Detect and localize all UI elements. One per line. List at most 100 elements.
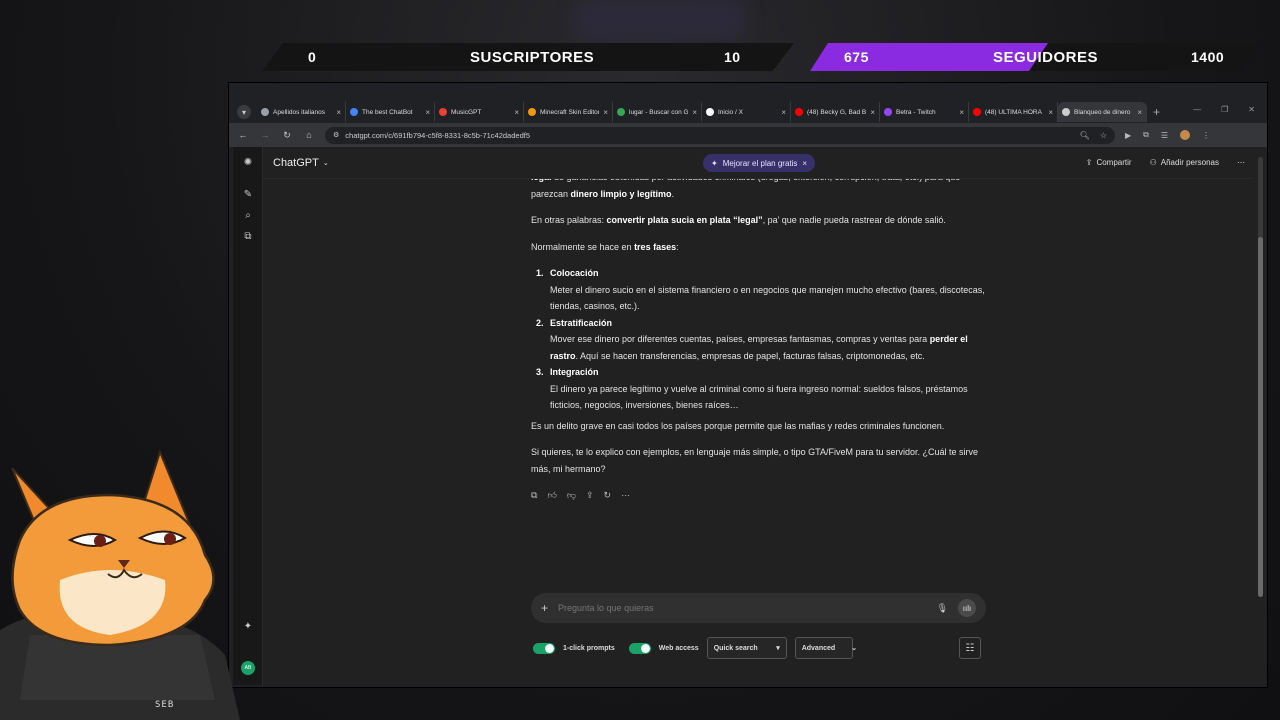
search-chats-icon[interactable]: ⌕ (242, 210, 254, 222)
media-play-icon[interactable]: ▶ (1125, 131, 1131, 140)
browser-tab[interactable]: (48) Becky G, Bad Bunny× (791, 102, 880, 122)
user-avatar[interactable]: AB (241, 661, 255, 675)
thumbs-up-icon[interactable]: 👍︎ (547, 487, 556, 504)
search-mode-select[interactable]: Quick search ▾ (706, 637, 787, 659)
tab-close-icon[interactable]: × (692, 108, 697, 117)
upgrade-plan-pill[interactable]: ✦ Mejorar el plan gratis × (703, 154, 816, 172)
list-number: 2. (536, 317, 544, 328)
tab-close-icon[interactable]: × (603, 108, 608, 117)
tab-label: The best ChatBot (362, 108, 413, 116)
advanced-select[interactable]: Advanced ⌄ (794, 637, 857, 659)
tab-close-icon[interactable]: × (425, 108, 430, 117)
tab-search-chevron-icon[interactable]: ▾ (237, 105, 251, 119)
tab-favicon-icon (261, 108, 269, 116)
extensions-area: ▶ ⧉ ☰ ⋮ (1125, 130, 1210, 140)
extensions-puzzle-icon[interactable]: ⧉ (1143, 130, 1149, 140)
reload-icon[interactable]: ↻ (281, 130, 293, 141)
sliders-settings-button[interactable]: ☷ (959, 637, 981, 659)
site-info-icon[interactable]: ⚙ (333, 131, 339, 139)
tab-close-icon[interactable]: × (870, 108, 875, 117)
browser-window: ▾ Apellidos italianos × The best ChatBot × M… (228, 82, 1268, 688)
message-paragraph: Si quieres, te lo explico con ejemplos, … (531, 447, 979, 474)
text: . (671, 188, 675, 199)
reading-list-icon[interactable]: ☰ (1161, 131, 1168, 140)
attach-plus-icon[interactable]: + (541, 601, 548, 615)
list-item: 1. Colocación Meter el dinero sucio en e… (531, 265, 991, 315)
dropdown-arrow-icon: ▾ (776, 645, 780, 652)
phase-title: Estratificación (550, 317, 613, 328)
list-number: 1. (536, 268, 544, 278)
text: Mover ese dinero por diferentes cuentas,… (550, 334, 930, 344)
url-field[interactable]: ⚙ chatgpt.com/c/691fb794-c5f8-8331-8c5b-… (325, 126, 1115, 144)
browser-menu-icon[interactable]: ⋮ (1202, 131, 1210, 140)
browser-tab[interactable]: Minecraft Skin Editor × (524, 102, 613, 122)
thumbs-down-icon[interactable]: 👎︎ (567, 487, 576, 504)
chevron-down-icon: ⌄ (322, 159, 329, 167)
library-icon[interactable]: ⧉ (242, 231, 254, 243)
regenerate-icon[interactable]: ↻ (604, 487, 612, 504)
browser-tab[interactable]: (48) ÚLTIMA HORA × (969, 102, 1058, 122)
more-actions-icon[interactable]: ⋯ (621, 487, 630, 504)
browser-tab[interactable]: Apellidos italianos × (257, 102, 346, 122)
openai-logo-icon[interactable]: ✺ (242, 157, 254, 169)
dismiss-upgrade-icon[interactable]: × (802, 159, 807, 168)
add-people-button[interactable]: ⚇ Añadir personas (1150, 158, 1219, 167)
voice-mode-icon[interactable]: ıılı (958, 599, 976, 617)
restore-icon[interactable]: ❐ (1221, 105, 1228, 114)
tab-close-icon[interactable]: × (1137, 108, 1142, 117)
advanced-label: Advanced (801, 644, 836, 652)
followers-goal: 1400 (1191, 49, 1225, 65)
one-click-prompts-toggle[interactable] (533, 642, 555, 654)
subscribers-label: SUSCRIPTORES (470, 48, 595, 66)
tab-label: lugar - Buscar con Google (629, 108, 689, 116)
tab-close-icon[interactable]: × (514, 108, 519, 117)
bookmark-star-icon[interactable]: ☆ (1100, 131, 1107, 140)
text: : (676, 241, 679, 252)
sparkle-upgrade-icon: ✦ (711, 158, 718, 168)
share-message-icon[interactable]: ⇪ (586, 487, 594, 504)
followers-bar: 675 SEGUIDORES 1400 (810, 43, 1260, 71)
tab-close-icon[interactable]: × (336, 108, 341, 117)
message-paragraph: Es un delito grave en casi todos los paí… (531, 420, 945, 431)
tab-favicon-icon (439, 108, 447, 116)
search-mode-value: Quick search (713, 644, 758, 652)
home-icon[interactable]: ⌂ (303, 130, 315, 140)
sparkle-icon[interactable]: ✦ (242, 621, 254, 633)
mascot-right-pupil (164, 533, 176, 545)
tab-favicon-icon (617, 108, 625, 116)
scrollbar-thumb[interactable] (1258, 237, 1263, 597)
tab-close-icon[interactable]: × (781, 108, 786, 117)
microphone-icon[interactable]: 🎙︎ (937, 603, 948, 614)
browser-tab[interactable]: Inicio / X × (702, 102, 791, 122)
copy-icon[interactable]: ⧉ (531, 487, 537, 504)
back-arrow-icon[interactable]: ← (237, 130, 249, 140)
browser-tab[interactable]: lugar - Buscar con Google× (613, 102, 702, 122)
more-options-icon[interactable]: ⋯ (1237, 158, 1245, 167)
minimize-icon[interactable]: — (1193, 105, 1201, 114)
extension-toolbar: 1-click prompts Web access Quick search … (533, 637, 857, 659)
prompt-input[interactable] (558, 603, 927, 613)
phases-list: 1. Colocación Meter el dinero sucio en e… (531, 265, 991, 414)
browser-tab[interactable]: Betra - Twitch × (880, 102, 969, 122)
browser-tab[interactable]: Blanqueo de dinero × (1058, 102, 1147, 122)
assistant-message: legal de ganancias obtenidas por activid… (531, 169, 991, 504)
tab-close-icon[interactable]: × (1048, 108, 1053, 117)
browser-tab[interactable]: The best ChatBot × (346, 102, 435, 122)
web-access-toggle[interactable] (628, 642, 651, 654)
new-chat-icon[interactable]: ✎ (242, 189, 254, 201)
new-tab-plus-icon[interactable]: + (1153, 105, 1160, 119)
model-selector[interactable]: ChatGPT ⌄ (273, 157, 329, 169)
tab-label: Apellidos italianos (273, 108, 326, 116)
text: . Aquí se hacen transferencias, empresas… (575, 350, 925, 361)
forward-arrow-icon[interactable]: → (259, 130, 271, 140)
followers-label: SEGUIDORES (993, 48, 1099, 66)
close-window-icon[interactable]: ✕ (1248, 105, 1255, 114)
tab-close-icon[interactable]: × (959, 108, 964, 117)
profile-avatar-icon[interactable] (1180, 130, 1191, 140)
browser-tab[interactable]: MusicGPT × (435, 102, 524, 122)
zoom-search-icon[interactable]: 🔍︎ (1080, 131, 1090, 140)
message-actions: ⧉ 👍︎ 👎︎ ⇪ ↻ ⋯ (531, 487, 991, 504)
background-glow (575, 0, 745, 40)
share-button[interactable]: ⇪ Compartir (1086, 158, 1132, 167)
phase-title: Integración (550, 367, 599, 377)
